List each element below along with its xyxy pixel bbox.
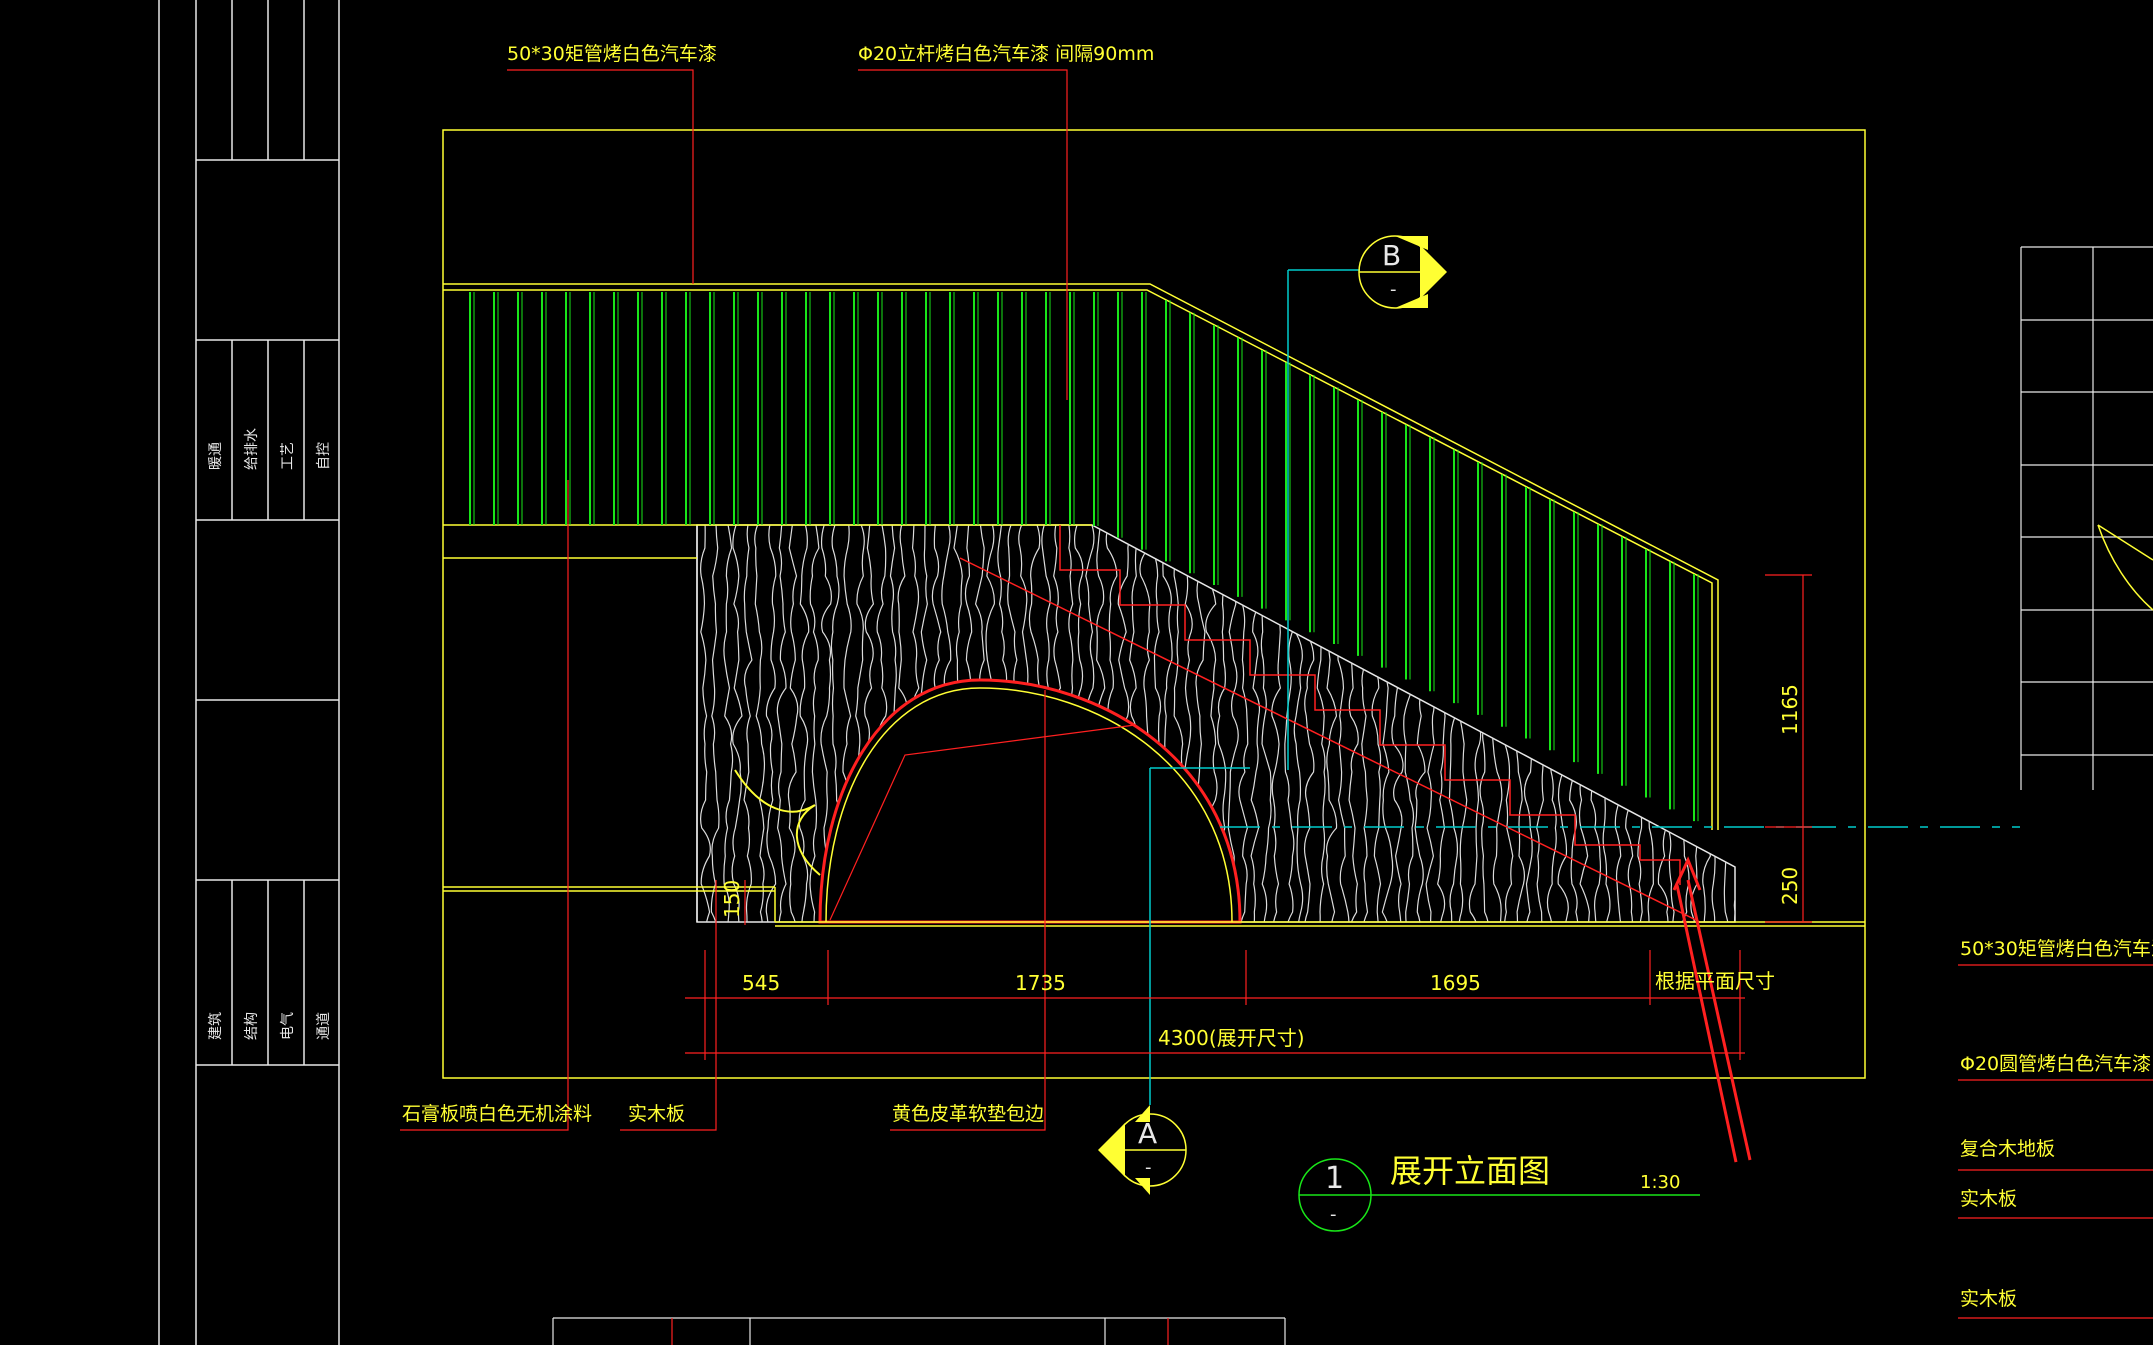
section-a-letter: A: [1138, 1117, 1157, 1150]
title-block: [158, 0, 340, 1345]
section-b-sub: -: [1390, 279, 1397, 300]
dim-250: 250: [1778, 867, 1802, 905]
wood-grain-line: [1733, 525, 1735, 922]
tb-upper-2: 给排水: [244, 428, 260, 470]
dim-note-plan: 根据平面尺寸: [1655, 969, 1775, 993]
side-legend-2: Φ20圆管烤白色汽车漆: [1960, 1053, 2151, 1075]
callout-rect-tube: 50*30矩管烤白色汽车漆: [507, 43, 717, 65]
drawing-title-block: 1 - 展开立面图 1:30: [1298, 1152, 1700, 1232]
dim-545: 545: [742, 971, 780, 995]
dim-1165: 1165: [1778, 684, 1802, 735]
dim-1695: 1695: [1430, 971, 1481, 995]
right-side-drawing: [2020, 246, 2153, 790]
side-legend-3: 复合木地板: [1960, 1138, 2055, 1160]
section-b-letter: B: [1382, 239, 1401, 272]
section-marker-a: A -: [1098, 1105, 1187, 1195]
tb-upper-3: 工艺: [280, 442, 296, 470]
side-legend-1: 50*30矩管烤白色汽车漆: [1960, 938, 2153, 960]
tb-lower-4: 通道: [316, 1012, 332, 1040]
tb-lower-3: 电气: [280, 1012, 296, 1040]
wood-panel: [696, 524, 1736, 924]
detail-number: 1: [1325, 1161, 1344, 1196]
tb-lower-1: 建筑: [208, 1012, 224, 1040]
side-legend-5: 实木板: [1960, 1288, 2017, 1310]
dim-150: 150: [720, 880, 744, 918]
drawing-title: 展开立面图: [1390, 1152, 1550, 1190]
tb-lower-2: 结构: [244, 1012, 260, 1040]
dim-total: 4300(展开尺寸): [1158, 1026, 1305, 1050]
tb-upper-4: 自控: [316, 442, 332, 470]
side-legend: 50*30矩管烤白色汽车漆 Φ20圆管烤白色汽车漆 复合木地板 实木板 实木板: [1958, 938, 2153, 1319]
callout-post: Φ20立杆烤白色汽车漆 间隔90mm: [858, 43, 1154, 65]
tb-upper-1: 暖通: [208, 442, 224, 470]
callout-wood-board: 实木板: [628, 1103, 685, 1125]
side-legend-4: 实木板: [1960, 1188, 2017, 1210]
detail-sub: -: [1330, 1204, 1337, 1225]
drawing-scale: 1:30: [1640, 1172, 1680, 1193]
dim-1735: 1735: [1015, 971, 1066, 995]
callout-stone-board: 石膏板喷白色无机涂料: [402, 1102, 592, 1125]
callout-leather: 黄色皮革软垫包边: [892, 1103, 1044, 1125]
cad-canvas: 暖通 给排水 工艺 自控 建筑 结构 电气 通道 545 1735 1695 根…: [158, 0, 2153, 1345]
bottom-table: [552, 1317, 1286, 1345]
section-marker-b: B -: [1358, 235, 1447, 309]
section-a-sub: -: [1145, 1157, 1152, 1178]
